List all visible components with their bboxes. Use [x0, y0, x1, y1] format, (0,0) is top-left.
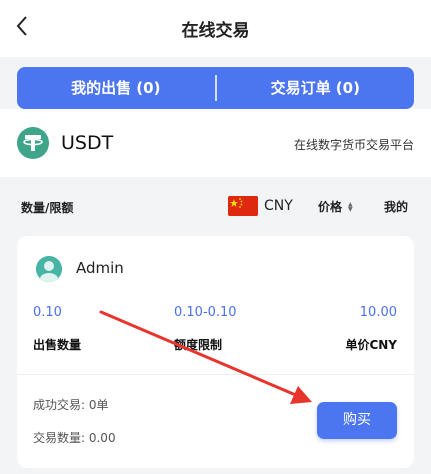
price-sort-label: 价格 [318, 200, 343, 214]
china-flag-icon [228, 196, 258, 216]
sort-icon: ▲ ▼ [348, 200, 353, 213]
price-sort-button[interactable]: 价格 ▲ ▼ [318, 198, 353, 215]
trade-volume: 交易数量: 0.00 [33, 431, 116, 445]
tab-my-sales[interactable]: 我的出售 (0) [17, 67, 215, 109]
sale-quantity-label: 出售数量 [33, 338, 82, 352]
offer-card: Admin 0.10 0.10-0.10 10.00 出售数量 额度限制 单价C… [17, 236, 414, 468]
tab-trade-orders[interactable]: 交易订单 (0) [217, 67, 415, 109]
unit-price-value: 10.00 [359, 305, 397, 320]
avatar [36, 256, 62, 282]
tab-bar: 我的出售 (0) 交易订单 (0) [17, 67, 414, 109]
platform-description: 在线数字货币交易平台 [293, 138, 414, 152]
page-title: 在线交易 [181, 21, 250, 41]
buy-button[interactable]: 购买 [317, 402, 397, 439]
currency-selector[interactable]: CNY [264, 198, 293, 214]
merchant-name: Admin [76, 259, 124, 277]
top-bar: 在线交易 [0, 0, 431, 57]
sale-quantity-value: 0.10 [33, 305, 62, 320]
success-trades: 成功交易: 0单 [33, 398, 109, 412]
limit-label: 额度限制 [174, 338, 223, 352]
tether-icon [17, 127, 49, 159]
quantity-limit-header: 数量/限额 [21, 201, 74, 215]
card-divider [17, 374, 414, 375]
coin-name: USDT [61, 132, 114, 154]
mine-filter[interactable]: 我的 [384, 198, 408, 215]
asset-header: USDT 在线数字货币交易平台 [0, 109, 431, 177]
filter-bar: 数量/限额 [0, 180, 431, 232]
unit-price-label: 单价CNY [345, 338, 397, 352]
limit-value: 0.10-0.10 [174, 305, 237, 320]
